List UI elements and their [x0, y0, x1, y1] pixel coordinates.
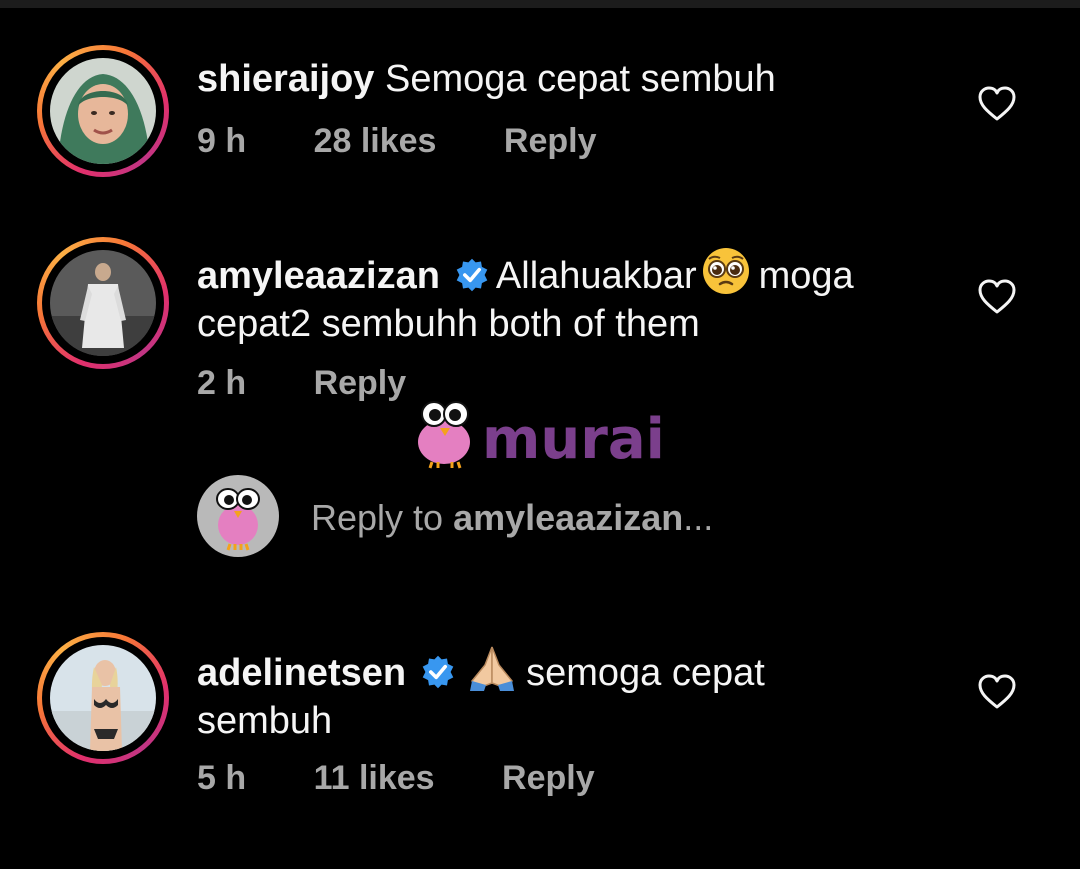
comment-text: Semoga cepat sembuh: [384, 58, 776, 100]
comment-timestamp: 9 h: [197, 122, 247, 160]
comment-text-line: cepat2 sembuhh both of them: [197, 303, 700, 345]
comment-body: shieraijoy Semoga cepat sembuh: [197, 55, 937, 103]
reply-button[interactable]: Reply: [314, 364, 407, 403]
pleading-face-emoji: [702, 248, 749, 294]
story-ring[interactable]: [37, 45, 169, 177]
avatar[interactable]: [50, 250, 156, 356]
comment-meta: 5 h 11 likes Reply: [197, 759, 595, 798]
avatar[interactable]: [50, 645, 156, 751]
comment-text: semoga cepat: [526, 652, 765, 694]
comment-meta: 2 h Reply: [197, 364, 406, 403]
comment-text: Allahuakbar: [495, 255, 697, 297]
reply-button[interactable]: Reply: [504, 122, 597, 161]
story-ring[interactable]: [37, 237, 169, 369]
comment-likes[interactable]: 28 likes: [314, 122, 437, 161]
heart-icon[interactable]: [978, 674, 1016, 710]
murai-watermark-logo: murai: [418, 401, 665, 470]
verified-badge-icon: [456, 258, 488, 292]
top-divider: [0, 0, 1080, 8]
comment-text-line: sembuh: [197, 700, 333, 742]
reply-button[interactable]: Reply: [502, 759, 595, 798]
comment-username[interactable]: shieraijoy: [197, 58, 374, 100]
watermark-text: murai: [482, 407, 665, 470]
comment-likes[interactable]: 11 likes: [314, 759, 435, 798]
verified-badge-icon: [422, 655, 454, 689]
comment-body: amyleaazizan Allahuakbar moga cepat2 sem…: [197, 246, 937, 348]
folded-hands-emoji: [470, 646, 515, 691]
comment-text: moga: [758, 255, 854, 297]
reply-input[interactable]: Reply to amyleaazizan...: [197, 475, 897, 561]
heart-icon[interactable]: [978, 279, 1016, 315]
reply-placeholder: Reply to amyleaazizan...: [311, 497, 714, 538]
current-user-avatar: [197, 475, 279, 557]
avatar[interactable]: [50, 58, 156, 164]
heart-icon[interactable]: [978, 86, 1016, 122]
comment-timestamp: 5 h: [197, 759, 247, 797]
comment-timestamp: 2 h: [197, 364, 247, 402]
comment-username[interactable]: adelinetsen: [197, 652, 406, 694]
comment-username[interactable]: amyleaazizan: [197, 255, 440, 297]
story-ring[interactable]: [37, 632, 169, 764]
comment-body: adelinetsen semoga cepat sembuh: [197, 641, 937, 745]
comment-meta: 9 h 28 likes Reply: [197, 122, 597, 161]
